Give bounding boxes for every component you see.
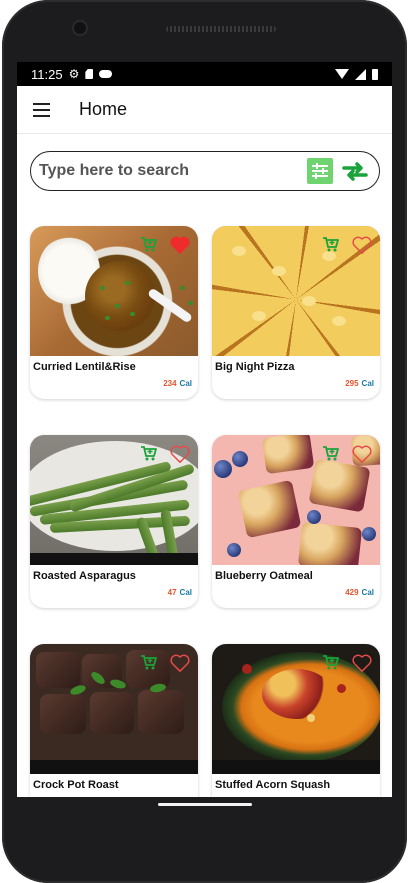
recipe-calories: 429 Cal (345, 588, 374, 597)
recipe-card[interactable]: Crock Pot Roast (30, 644, 198, 797)
add-to-cart-icon[interactable] (140, 653, 158, 671)
recipe-card[interactable]: Roasted Asparagus 47 Cal (30, 435, 198, 608)
settings-icon: ⚙ (68, 67, 80, 81)
system-navigation-bar (17, 797, 392, 819)
recipe-name: Curried Lentil&Rise (33, 361, 136, 373)
page-title: Home (79, 99, 128, 119)
search-input[interactable] (39, 162, 307, 180)
calorie-unit: Cal (179, 588, 192, 597)
status-bar: 11:25 ⚙ (17, 62, 392, 86)
add-to-cart-icon[interactable] (322, 444, 340, 462)
recipe-calories: 47 Cal (168, 588, 192, 597)
calorie-unit: Cal (361, 588, 374, 597)
heart-icon[interactable] (351, 653, 373, 673)
recipe-name: Big Night Pizza (215, 361, 295, 373)
heart-icon[interactable] (351, 444, 373, 464)
search-bar (30, 151, 380, 191)
calorie-value: 429 (345, 588, 359, 597)
menu-icon[interactable] (33, 98, 57, 122)
recipe-grid: Curried Lentil&Rise 234 Cal Big Night Pi… (30, 226, 380, 797)
wifi-icon (335, 69, 349, 79)
calorie-value: 295 (345, 379, 359, 388)
cloud-icon (99, 70, 113, 78)
battery-icon (372, 68, 378, 80)
calorie-unit: Cal (179, 379, 192, 388)
heart-icon[interactable] (169, 235, 191, 255)
heart-icon[interactable] (351, 235, 373, 255)
recipe-card[interactable]: Big Night Pizza 295 Cal (212, 226, 380, 399)
signal-icon (355, 68, 366, 80)
recipe-name: Stuffed Acorn Squash (215, 779, 331, 791)
app-screen: 11:25 ⚙ Home Type here to search Curried… (17, 62, 392, 797)
front-camera (74, 22, 86, 34)
calorie-unit: Cal (361, 379, 374, 388)
heart-icon[interactable] (169, 444, 191, 464)
refresh-icon[interactable] (341, 159, 369, 183)
status-time: 11:25 (31, 66, 63, 82)
calorie-value: 47 (167, 588, 177, 597)
recipe-name: Roasted Asparagus (33, 570, 136, 582)
recipe-calories: 295 Cal (345, 379, 374, 388)
calorie-value: 234 (163, 379, 177, 388)
filter-icon[interactable] (307, 158, 333, 184)
heart-icon[interactable] (169, 653, 191, 673)
sd-card-icon (85, 69, 94, 79)
recipe-name: Crock Pot Roast (33, 779, 119, 791)
recipe-card[interactable]: Blueberry Oatmeal 429 Cal (212, 435, 380, 608)
earpiece-speaker (166, 26, 276, 32)
recipe-card[interactable]: Stuffed Acorn Squash (212, 644, 380, 797)
add-to-cart-icon[interactable] (322, 653, 340, 671)
add-to-cart-icon[interactable] (140, 235, 158, 253)
recipe-card[interactable]: Curried Lentil&Rise 234 Cal (30, 226, 198, 399)
add-to-cart-icon[interactable] (322, 235, 340, 253)
app-bar: Home (17, 86, 392, 134)
recipe-name: Blueberry Oatmeal (215, 570, 313, 582)
add-to-cart-icon[interactable] (140, 444, 158, 462)
home-gesture-bar[interactable] (158, 803, 252, 806)
recipe-calories: 234 Cal (163, 379, 192, 388)
